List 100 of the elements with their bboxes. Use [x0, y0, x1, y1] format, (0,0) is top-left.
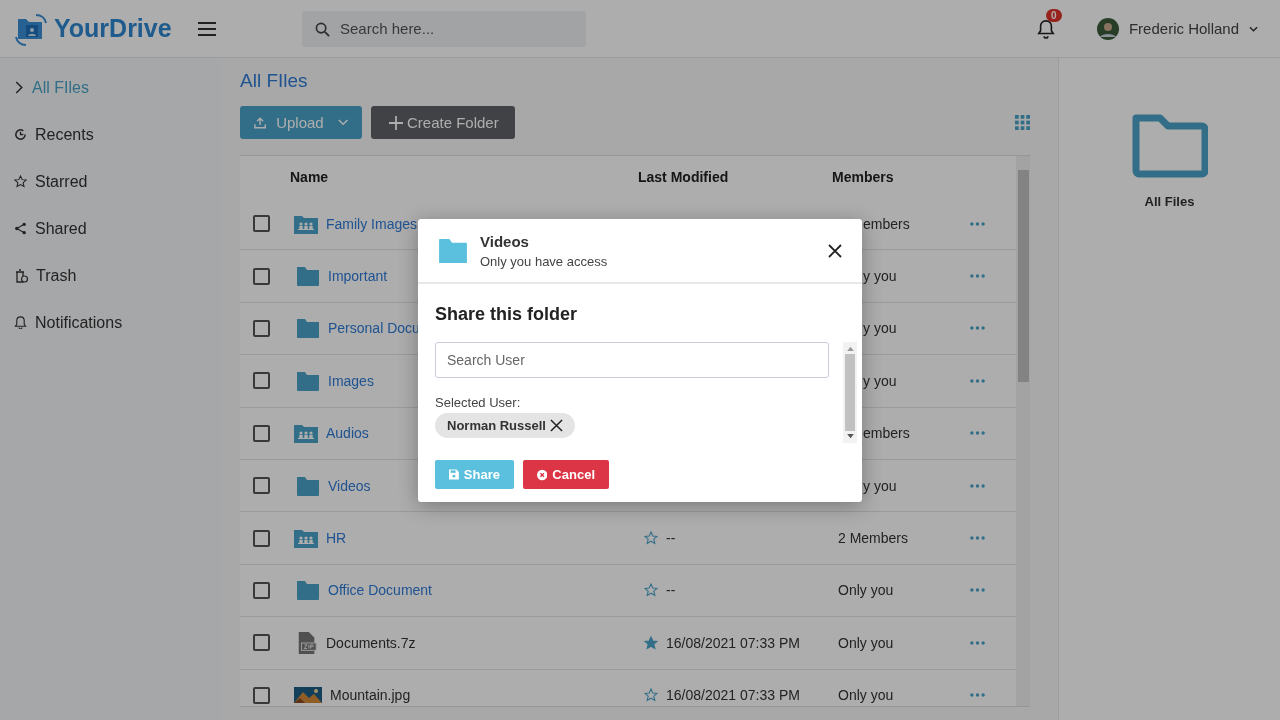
more-icon[interactable]: [970, 378, 985, 383]
more-icon[interactable]: [970, 431, 985, 436]
shared-folder-icon: [294, 528, 318, 549]
folder-icon: [296, 580, 320, 601]
avatar-icon: [1096, 17, 1119, 40]
sidebar-item[interactable]: Starred: [0, 158, 222, 205]
zip-file-icon: [296, 630, 318, 655]
checkbox[interactable]: [253, 686, 270, 704]
checkbox[interactable]: [253, 319, 270, 337]
file-name[interactable]: Important: [328, 268, 388, 285]
dialog-title: Videos: [480, 232, 530, 250]
more-icon[interactable]: [970, 536, 985, 541]
more-icon[interactable]: [970, 588, 985, 593]
search-field[interactable]: Search here...: [302, 10, 586, 47]
more-icon[interactable]: [970, 221, 985, 226]
folder-icon: [296, 370, 320, 391]
file-name[interactable]: Audios: [326, 425, 369, 442]
file-name[interactable]: Office Document: [328, 582, 432, 599]
file-name: Mountain.jpg: [330, 687, 411, 704]
star-icon[interactable]: [644, 531, 658, 546]
checkbox[interactable]: [253, 529, 270, 547]
sidebar-item[interactable]: Recents: [0, 111, 222, 158]
app-logo: YourDrive: [54, 14, 172, 43]
star-icon[interactable]: [644, 635, 658, 650]
checkbox[interactable]: [253, 424, 270, 442]
user-chip: Norman Russell: [435, 413, 575, 438]
checkbox[interactable]: [253, 581, 270, 599]
cancel-icon: [537, 468, 548, 481]
file-name[interactable]: Videos: [328, 477, 371, 494]
checkbox[interactable]: [253, 215, 270, 233]
folder-icon: [438, 237, 468, 264]
caret-icon: [337, 119, 348, 126]
file-name[interactable]: Images: [328, 372, 374, 389]
grid-view-icon[interactable]: [1015, 115, 1030, 130]
file-name: Documents.7z: [326, 634, 416, 651]
shared-folder-icon: [294, 213, 318, 234]
shared-folder-icon: [294, 423, 318, 444]
table-cell: Only you: [838, 687, 894, 704]
trash-icon: [14, 268, 28, 283]
close-icon[interactable]: [828, 243, 842, 258]
column-header: Name: [290, 169, 330, 185]
remove-icon[interactable]: [550, 419, 563, 432]
table-cell: --: [666, 582, 676, 599]
caret-icon: [1249, 25, 1258, 32]
scrollbar[interactable]: [1016, 156, 1030, 706]
upload-button[interactable]: Upload: [240, 106, 362, 139]
share-icon: [14, 222, 27, 235]
star-icon: [14, 175, 27, 188]
section-heading: Share this folder: [435, 304, 579, 325]
scroll-down-icon[interactable]: [846, 434, 854, 439]
star-icon[interactable]: [644, 688, 658, 703]
chevron-icon: [14, 81, 24, 94]
bell-icon: [14, 316, 27, 329]
column-header: Members: [832, 169, 895, 185]
table-cell: Only you: [838, 634, 894, 651]
checkbox[interactable]: [253, 477, 270, 495]
notification-badge: 0: [1045, 8, 1062, 22]
search-user-field[interactable]: Search User: [435, 342, 829, 378]
details-title: All Files: [1144, 194, 1195, 209]
table-cell: Only you: [838, 582, 894, 599]
save-icon: [449, 469, 459, 480]
checkbox[interactable]: [253, 634, 270, 652]
file-name[interactable]: HR: [326, 530, 347, 547]
sidebar-item[interactable]: Notifications: [0, 299, 222, 346]
table-cell: y you: [863, 320, 897, 337]
folder-icon: [1131, 114, 1208, 178]
folder-icon: [296, 266, 320, 287]
user-menu[interactable]: Frederic Holland: [1096, 17, 1258, 40]
sidebar-item[interactable]: Shared: [0, 205, 222, 252]
folder-icon: [296, 475, 320, 496]
page-title: All FIles: [240, 69, 309, 93]
checkbox[interactable]: [253, 267, 270, 285]
sidebar-item[interactable]: Trash: [0, 252, 222, 299]
notification-bell-icon[interactable]: [1036, 18, 1055, 39]
more-icon[interactable]: [970, 326, 985, 331]
scrollbar[interactable]: [843, 342, 857, 443]
table-cell: y you: [863, 372, 897, 389]
star-icon[interactable]: [644, 583, 658, 598]
table-cell: 16/08/2021 07:33 PM: [666, 634, 800, 651]
more-icon[interactable]: [970, 483, 985, 488]
cancel-button[interactable]: Cancel: [523, 460, 609, 489]
create-folder-button[interactable]: Create Folder: [371, 106, 515, 139]
table-cell: embers: [863, 215, 910, 232]
upload-icon: [254, 116, 267, 129]
more-icon[interactable]: [970, 693, 985, 698]
table-cell: y you: [863, 268, 897, 285]
folder-icon: [296, 318, 320, 339]
more-icon[interactable]: [970, 274, 985, 279]
share-button[interactable]: Share: [435, 460, 514, 489]
table-cell: --: [666, 530, 676, 547]
search-icon: [315, 21, 330, 37]
table-cell: 2 Members: [838, 530, 909, 547]
field-label: Selected User:: [435, 395, 522, 410]
menu-icon[interactable]: [198, 21, 216, 36]
more-icon[interactable]: [970, 640, 985, 645]
scroll-up-icon[interactable]: [846, 346, 854, 351]
file-name[interactable]: Family Images: [326, 215, 418, 232]
checkbox[interactable]: [253, 372, 270, 390]
column-header: Last Modified: [638, 169, 730, 185]
table-cell: y you: [863, 477, 897, 494]
